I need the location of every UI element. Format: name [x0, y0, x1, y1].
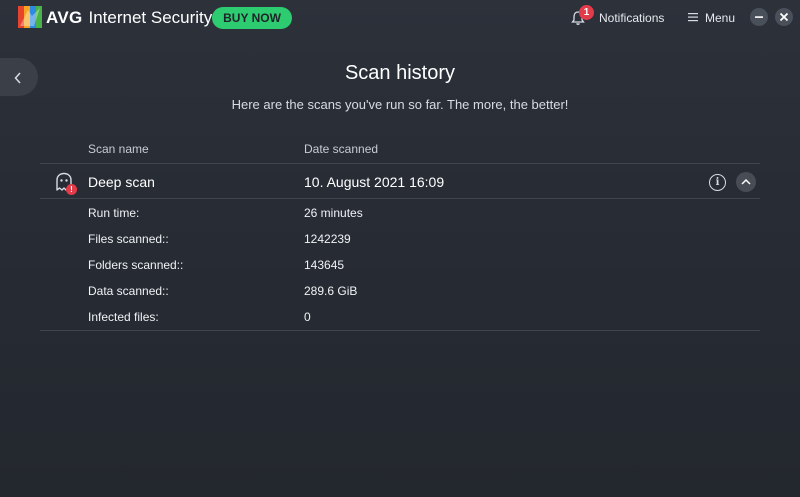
- minimize-button[interactable]: [750, 8, 768, 26]
- header-divider: [40, 163, 760, 164]
- collapse-button[interactable]: [736, 172, 756, 192]
- info-icon[interactable]: i: [709, 174, 726, 191]
- close-button[interactable]: [775, 8, 793, 26]
- menu-label: Menu: [705, 11, 736, 25]
- column-header-date-scanned: Date scanned: [304, 142, 379, 156]
- detail-label-infected-files: Infected files:: [88, 310, 159, 324]
- page-title: Scan history: [344, 62, 456, 84]
- page-subtitle: Here are the scans you've run so far. Th…: [231, 97, 569, 112]
- detail-value-run-time: 26 minutes: [304, 206, 363, 220]
- detail-label-folders-scanned: Folders scanned::: [88, 258, 184, 272]
- column-header-scan-name: Scan name: [88, 142, 149, 156]
- notifications-count-badge: 1: [579, 5, 594, 20]
- hamburger-icon: [688, 13, 698, 22]
- detail-value-data-scanned: 289.6 GiB: [304, 284, 358, 298]
- detail-value-folders-scanned: 143645: [304, 258, 345, 272]
- chevron-up-icon: [741, 178, 751, 185]
- detail-label-run-time: Run time:: [88, 206, 140, 220]
- brand-product: Internet Security: [88, 8, 213, 27]
- scan-date: 10. August 2021 16:09: [304, 174, 445, 190]
- title-bar: AVG Internet Security BUY NOW 1 Notificat…: [0, 0, 800, 36]
- row-divider: [40, 198, 760, 199]
- table-bottom-divider: [40, 330, 760, 331]
- detail-value-files-scanned: 1242239: [304, 232, 351, 246]
- notifications-label: Notifications: [599, 11, 665, 25]
- detail-label-files-scanned: Files scanned::: [88, 232, 169, 246]
- avg-logo: [18, 6, 42, 28]
- detail-label-data-scanned: Data scanned::: [88, 284, 169, 298]
- brand-short: AVG: [46, 8, 83, 27]
- scan-name: Deep scan: [88, 174, 155, 190]
- threat-warning-badge: !: [66, 184, 77, 195]
- minimize-icon: [755, 16, 763, 18]
- detail-value-infected-files: 0: [304, 310, 311, 324]
- close-icon: [779, 12, 789, 22]
- buy-now-button[interactable]: BUY NOW: [212, 7, 292, 29]
- app-title: AVG Internet Security: [46, 8, 212, 28]
